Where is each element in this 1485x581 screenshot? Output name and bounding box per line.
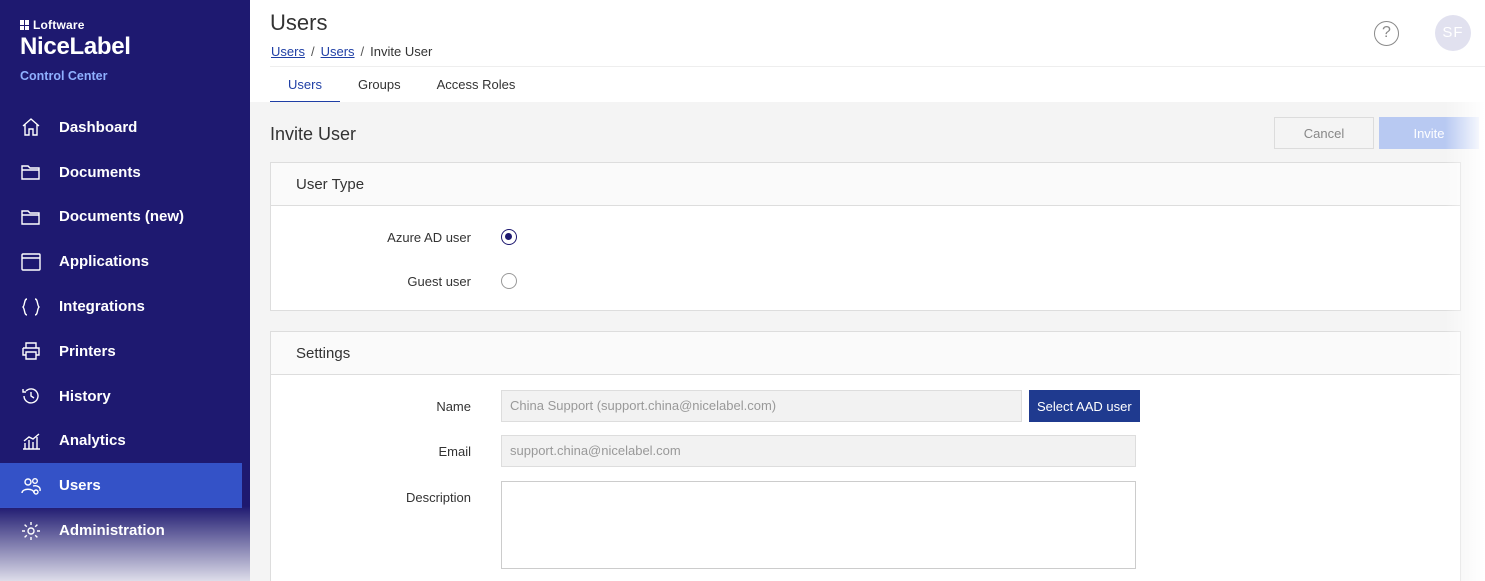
- breadcrumb: Users / Users / Invite User: [271, 44, 433, 59]
- analytics-icon: [20, 430, 42, 452]
- breadcrumb-link-users[interactable]: Users: [271, 44, 305, 59]
- description-row: Description: [271, 481, 1136, 569]
- folder-icon: [20, 206, 42, 228]
- breadcrumb-current: Invite User: [370, 44, 433, 59]
- azure-ad-label: Azure AD user: [387, 229, 471, 245]
- main-area: Users Users / Users / Invite User ? SF Users…: [250, 0, 1485, 581]
- gear-icon: [20, 520, 42, 542]
- tab-users[interactable]: Users: [270, 67, 340, 103]
- page-title: Users: [270, 10, 328, 35]
- sidebar-item-label: Documents (new): [59, 208, 185, 226]
- sidebar-item-documents[interactable]: Documents: [0, 150, 250, 195]
- home-icon: [20, 116, 42, 138]
- sidebar-item-integrations[interactable]: Integrations: [0, 284, 250, 329]
- user-type-heading: User Type: [271, 163, 1460, 206]
- email-label: Email: [438, 443, 471, 459]
- folder-icon: [20, 161, 42, 183]
- settings-card: Settings Name China Support (support.chi…: [270, 331, 1461, 581]
- sidebar-item-documents-new[interactable]: Documents (new): [0, 195, 250, 240]
- invite-user-title: Invite User: [270, 124, 357, 144]
- avatar[interactable]: SF: [1435, 15, 1471, 51]
- company-name: Loftware: [33, 18, 85, 32]
- printer-icon: [20, 340, 42, 362]
- product-subtitle: Control Center: [20, 69, 108, 83]
- sidebar-item-analytics[interactable]: Analytics: [0, 419, 250, 464]
- sidebar-item-dashboard[interactable]: Dashboard: [0, 105, 250, 150]
- breadcrumb-link-users-list[interactable]: Users: [321, 44, 355, 59]
- tab-bar: Users Groups Access Roles: [270, 66, 1485, 103]
- email-row: Email support.china@nicelabel.com: [271, 435, 1136, 467]
- history-icon: [20, 385, 42, 407]
- sidebar: Loftware NiceLabel Control Center Dashbo…: [0, 0, 250, 581]
- sidebar-nav: Dashboard Documents Documents (new) Appl…: [0, 105, 250, 553]
- brand-logo: Loftware NiceLabel Control Center: [20, 18, 131, 83]
- guest-user-option: Guest user: [271, 273, 517, 289]
- sidebar-item-users[interactable]: Users: [0, 463, 242, 509]
- settings-heading: Settings: [271, 332, 1460, 375]
- select-aad-user-button[interactable]: Select AAD user: [1029, 390, 1140, 422]
- guest-user-radio[interactable]: [501, 273, 517, 289]
- braces-icon: [20, 296, 42, 318]
- sidebar-item-label: Dashboard: [59, 118, 138, 136]
- sidebar-item-applications[interactable]: Applications: [0, 239, 250, 284]
- sidebar-item-label: Integrations: [59, 298, 145, 316]
- sidebar-item-label: Documents: [59, 163, 141, 181]
- help-icon[interactable]: ?: [1374, 21, 1399, 46]
- company-logo: Loftware: [20, 18, 131, 32]
- sidebar-item-administration[interactable]: Administration: [0, 508, 250, 553]
- name-row: Name China Support (support.china@nicela…: [271, 390, 1140, 422]
- users-icon: [20, 475, 42, 497]
- tab-access-roles[interactable]: Access Roles: [419, 67, 534, 103]
- name-label: Name: [436, 398, 471, 414]
- sidebar-item-label: Analytics: [59, 432, 126, 450]
- sidebar-item-label: Applications: [59, 253, 150, 271]
- content-panel: Invite User Cancel Invite User Type Azur…: [250, 102, 1485, 581]
- sidebar-item-label: Administration: [59, 522, 165, 540]
- sidebar-item-label: Printers: [59, 342, 116, 360]
- user-type-card: User Type Azure AD user Guest user: [270, 162, 1461, 311]
- azure-ad-option: Azure AD user: [271, 229, 517, 245]
- product-name: NiceLabel: [20, 33, 131, 60]
- azure-ad-radio[interactable]: [501, 229, 517, 245]
- sidebar-item-label: Users: [59, 477, 101, 495]
- tab-groups[interactable]: Groups: [340, 67, 419, 103]
- email-field[interactable]: support.china@nicelabel.com: [501, 435, 1136, 467]
- invite-button[interactable]: Invite: [1379, 117, 1479, 149]
- guest-user-label: Guest user: [407, 273, 471, 289]
- description-label: Description: [405, 490, 471, 505]
- sidebar-item-history[interactable]: History: [0, 374, 250, 419]
- window-icon: [20, 251, 42, 273]
- name-field[interactable]: China Support (support.china@nicelabel.c…: [501, 390, 1022, 422]
- sidebar-item-printers[interactable]: Printers: [0, 329, 250, 374]
- sidebar-item-label: History: [59, 387, 111, 405]
- cancel-button[interactable]: Cancel: [1274, 117, 1374, 149]
- description-textarea[interactable]: [501, 481, 1136, 569]
